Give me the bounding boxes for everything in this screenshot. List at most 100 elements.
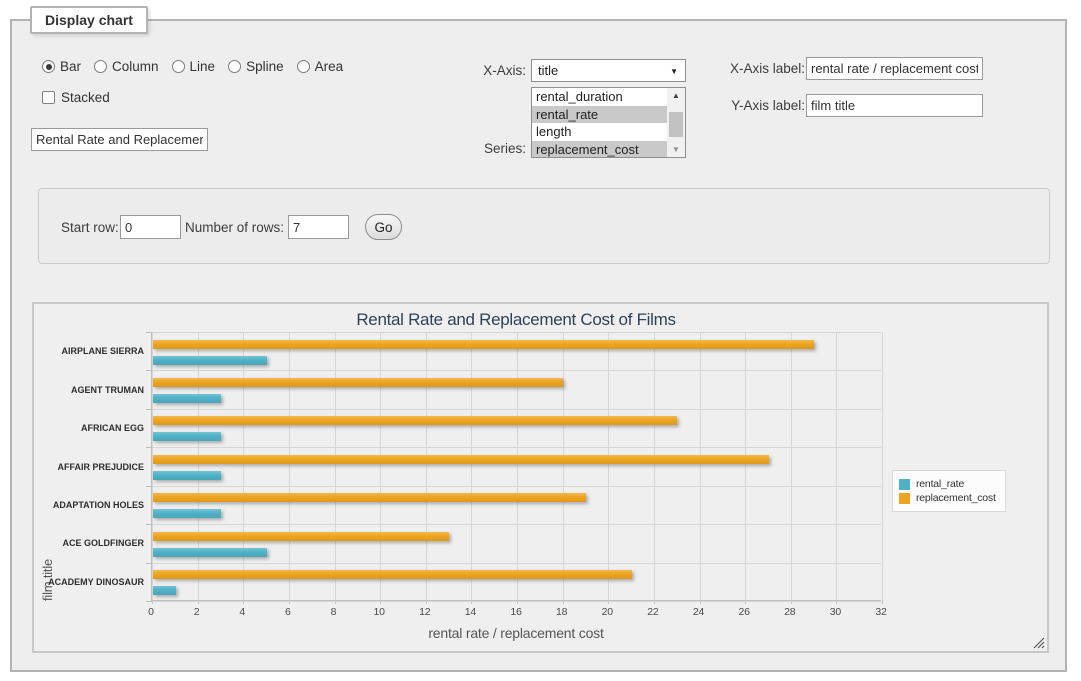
gridline	[380, 332, 381, 600]
series-option-rental_rate[interactable]: rental_rate	[532, 106, 669, 124]
radio-label: Line	[190, 59, 216, 74]
y-tick-mark	[146, 486, 152, 487]
display-chart-fieldset: Display chart BarColumnLineSplineArea St…	[10, 19, 1067, 672]
radio-label: Spline	[246, 59, 284, 74]
legend-swatch	[899, 479, 910, 490]
x-tick-label: 30	[830, 606, 841, 618]
x-tick-label: 14	[465, 606, 476, 618]
radio-label: Column	[112, 59, 159, 74]
x-axis-label-field-label: X-Axis label:	[672, 61, 805, 76]
y-tick-mark	[146, 447, 152, 448]
series-option-length[interactable]: length	[532, 123, 669, 141]
radio-icon[interactable]	[297, 60, 310, 73]
bar-rental_rate-african-egg[interactable]	[153, 432, 221, 441]
x-tick-mark	[882, 600, 883, 604]
category-label: AIRPLANE SIERRA	[34, 346, 144, 356]
chart-type-radio-line[interactable]: Line	[172, 59, 216, 74]
bar-replacement_cost-airplane-sierra[interactable]	[153, 340, 814, 349]
chart-type-radio-area[interactable]: Area	[297, 59, 344, 74]
x-tick-label: 10	[373, 606, 384, 618]
category-label: AFRICAN EGG	[34, 423, 144, 433]
series-option-replacement_cost[interactable]: replacement_cost	[532, 141, 669, 159]
stacked-checkbox[interactable]	[42, 91, 55, 104]
gridline	[700, 332, 701, 600]
rows-panel: Start row: Number of rows: Go	[38, 188, 1050, 264]
y-tick-mark	[146, 601, 152, 602]
x-axis-tick-labels: 02468101214161820222426283032	[151, 606, 881, 620]
start-row-input[interactable]	[120, 215, 181, 239]
bar-replacement_cost-agent-truman[interactable]	[153, 378, 563, 387]
radio-icon[interactable]	[42, 60, 55, 73]
bar-rental_rate-ace-goldfinger[interactable]	[153, 548, 267, 557]
gridline	[198, 332, 199, 600]
gridline	[745, 332, 746, 600]
gridline	[152, 563, 881, 564]
resize-handle-icon[interactable]	[1033, 637, 1045, 649]
chart-type-radio-column[interactable]: Column	[94, 59, 159, 74]
x-axis-select-label: X-Axis:	[402, 63, 526, 78]
chart-legend: rental_rate replacement_cost	[892, 470, 1006, 512]
bar-replacement_cost-affair-prejudice[interactable]	[153, 455, 769, 464]
bar-rental_rate-agent-truman[interactable]	[153, 394, 221, 403]
x-tick-label: 4	[239, 606, 245, 618]
bar-rental_rate-academy-dinosaur[interactable]	[153, 586, 176, 595]
legend-item-replacement_cost[interactable]: replacement_cost	[899, 492, 996, 504]
chart-title-input[interactable]	[31, 128, 208, 151]
bar-rental_rate-airplane-sierra[interactable]	[153, 356, 267, 365]
bar-replacement_cost-adaptation-holes[interactable]	[153, 493, 586, 502]
fieldset-legend: Display chart	[30, 6, 148, 34]
number-of-rows-input[interactable]	[288, 215, 349, 239]
bar-replacement_cost-african-egg[interactable]	[153, 416, 677, 425]
y-axis-label-field-label: Y-Axis label:	[672, 98, 805, 113]
x-tick-label: 18	[556, 606, 567, 618]
gridline	[152, 332, 153, 600]
x-axis-label-input[interactable]	[806, 57, 983, 80]
gridline	[882, 332, 883, 600]
gridline	[608, 332, 609, 600]
bar-replacement_cost-ace-goldfinger[interactable]	[153, 532, 449, 541]
x-tick-label: 26	[738, 606, 749, 618]
series-multiselect[interactable]: rental_durationrental_ratelengthreplacem…	[531, 87, 686, 158]
chart-type-radio-spline[interactable]: Spline	[228, 59, 284, 74]
radio-icon[interactable]	[94, 60, 107, 73]
gridline	[517, 332, 518, 600]
legend-label: replacement_cost	[916, 492, 996, 504]
bar-rental_rate-adaptation-holes[interactable]	[153, 509, 221, 518]
radio-icon[interactable]	[172, 60, 185, 73]
x-tick-label: 8	[331, 606, 337, 618]
x-tick-label: 28	[784, 606, 795, 618]
chart-legend-items: rental_rate replacement_cost	[899, 478, 996, 504]
stacked-checkbox-row[interactable]: Stacked	[42, 90, 110, 105]
y-tick-mark	[146, 332, 152, 333]
chart-type-radio-bar[interactable]: Bar	[42, 59, 81, 74]
radio-icon[interactable]	[228, 60, 241, 73]
chart-container: Rental Rate and Replacement Cost of Film…	[32, 302, 1049, 653]
gridline	[836, 332, 837, 600]
category-label: ADAPTATION HOLES	[34, 500, 144, 510]
x-axis-select[interactable]: title ▼	[531, 59, 686, 82]
chart-type-radio-group: Bar Column Line Spline Area	[42, 59, 343, 74]
series-option-rental_duration[interactable]: rental_duration	[532, 88, 669, 106]
gridline	[289, 332, 290, 600]
gridline	[426, 332, 427, 600]
go-button[interactable]: Go	[365, 214, 402, 240]
x-tick-label: 0	[148, 606, 154, 618]
gridline	[152, 332, 881, 333]
plot-area	[151, 332, 881, 601]
series-list-label: Series:	[402, 141, 526, 156]
gridline	[335, 332, 336, 600]
legend-item-rental_rate[interactable]: rental_rate	[899, 478, 996, 490]
bar-replacement_cost-academy-dinosaur[interactable]	[153, 570, 632, 579]
gridline	[152, 447, 881, 448]
scroll-thumb[interactable]	[669, 112, 683, 137]
x-tick-label: 2	[194, 606, 200, 618]
y-axis-label-input[interactable]	[806, 94, 983, 117]
bar-rental_rate-affair-prejudice[interactable]	[153, 471, 221, 480]
y-tick-mark	[146, 370, 152, 371]
y-tick-mark	[146, 409, 152, 410]
scroll-down-arrow-icon[interactable]: ▼	[667, 142, 685, 157]
gridline	[152, 601, 881, 602]
y-tick-mark	[146, 524, 152, 525]
legend-swatch	[899, 493, 910, 504]
x-tick-label: 32	[875, 606, 886, 618]
